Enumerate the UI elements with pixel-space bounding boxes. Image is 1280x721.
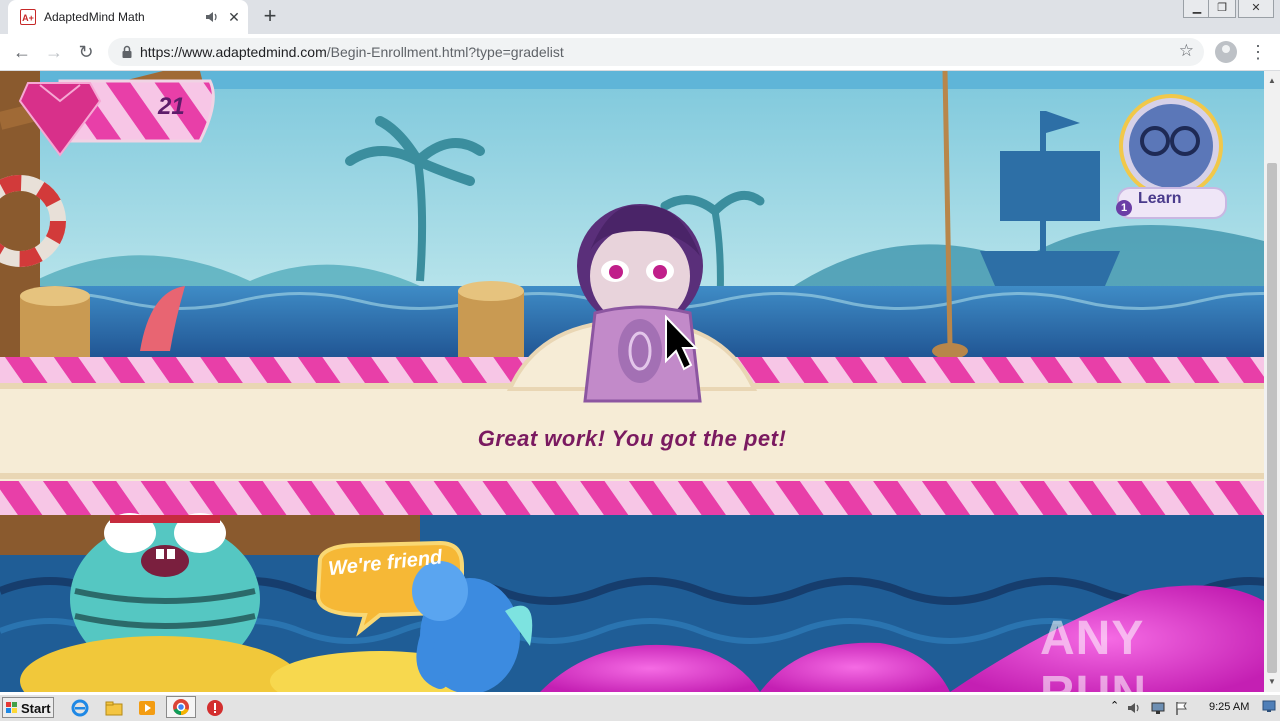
start-label: Start xyxy=(21,701,51,716)
restore-button[interactable]: ❐ xyxy=(1208,0,1236,18)
start-button[interactable]: Start xyxy=(2,697,54,718)
action-center-flag-icon[interactable] xyxy=(1174,700,1190,716)
profile-avatar-icon[interactable] xyxy=(1215,41,1237,63)
learn-notification-badge: 1 xyxy=(1116,200,1132,216)
new-tab-button[interactable]: + xyxy=(258,4,282,28)
url-text: https://www.adaptedmind.com/Begin-Enroll… xyxy=(140,44,564,60)
scroll-thumb[interactable] xyxy=(1267,163,1277,673)
show-desktop-icon[interactable] xyxy=(1262,699,1276,713)
browser-menu-icon[interactable]: ⋮ xyxy=(1248,40,1268,64)
anyrun-watermark: ANY RUN xyxy=(1040,612,1146,692)
window-close-button[interactable]: ✕ xyxy=(1238,0,1274,18)
reload-icon[interactable]: ↻ xyxy=(74,40,98,64)
adaptedmind-favicon-icon: A+ xyxy=(20,9,36,25)
back-arrow-icon[interactable]: ← xyxy=(10,40,34,64)
game-scene xyxy=(0,71,1264,692)
gem-count: 21 xyxy=(158,93,185,120)
taskbar: Start ⌃ 9:25 AM xyxy=(0,694,1280,721)
address-bar[interactable]: https://www.adaptedmind.com/Begin-Enroll… xyxy=(108,38,1204,66)
chrome-icon xyxy=(173,699,189,716)
game-viewport[interactable]: 21 1 Learn Great work! You got the pet! … xyxy=(0,71,1264,692)
gem-counter-badge xyxy=(22,75,218,137)
lock-icon xyxy=(122,45,132,58)
forward-arrow-icon[interactable]: → xyxy=(42,40,66,64)
minimize-button[interactable]: ▁ xyxy=(1183,0,1211,18)
stop-sign-icon[interactable] xyxy=(205,698,225,718)
tab-close-icon[interactable]: ✕ xyxy=(226,9,242,25)
internet-explorer-icon[interactable] xyxy=(70,698,90,718)
speaker-icon[interactable] xyxy=(204,9,220,25)
chrome-taskbar-button[interactable] xyxy=(166,696,196,718)
clock: 9:25 AM xyxy=(1209,701,1250,713)
tab-title: AdaptedMind Math xyxy=(44,10,145,24)
url-path: /Begin-Enrollment.html?type=gradelist xyxy=(326,44,564,60)
tray-expand-icon[interactable]: ⌃ xyxy=(1110,699,1119,712)
scroll-up-icon[interactable]: ▲ xyxy=(1264,73,1280,89)
browser-toolbar: ← → ↻ https://www.adaptedmind.com/Begin-… xyxy=(0,34,1280,71)
media-player-icon[interactable] xyxy=(137,698,157,718)
network-icon[interactable] xyxy=(1150,700,1166,716)
file-explorer-icon[interactable] xyxy=(104,698,124,718)
reward-message: Great work! You got the pet! xyxy=(477,426,787,451)
url-host: https://www.adaptedmind.com xyxy=(140,44,327,60)
browser-tab[interactable]: A+ AdaptedMind Math ✕ xyxy=(8,0,248,34)
scroll-down-icon[interactable]: ▼ xyxy=(1264,674,1280,690)
windows-logo-icon xyxy=(6,702,17,713)
bookmark-star-icon[interactable]: ☆ xyxy=(1179,41,1194,61)
system-tray: ⌃ xyxy=(1104,697,1204,719)
volume-icon[interactable] xyxy=(1126,700,1142,716)
page-scrollbar[interactable]: ▲ ▼ xyxy=(1264,71,1280,692)
tab-strip: A+ AdaptedMind Math ✕ + ▁ ❐ ✕ xyxy=(0,0,1280,34)
learn-label: Learn xyxy=(1138,190,1182,207)
